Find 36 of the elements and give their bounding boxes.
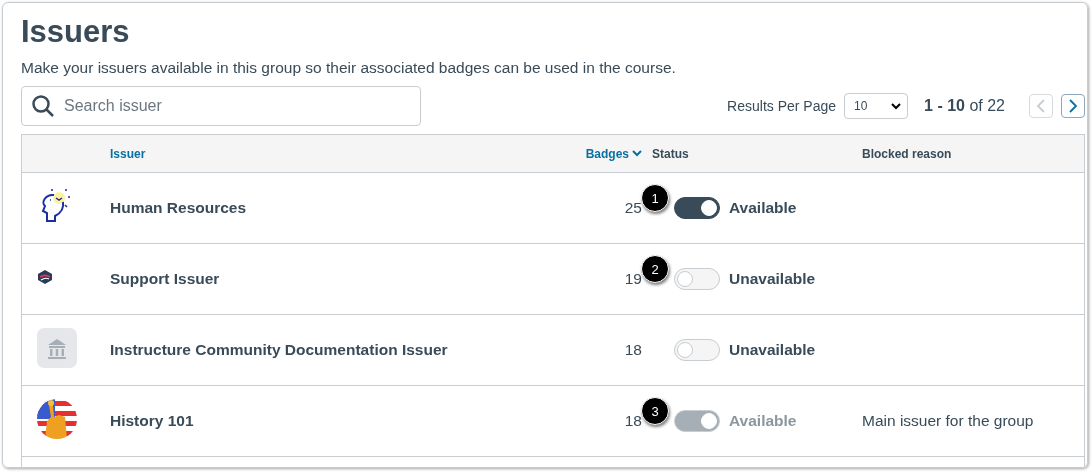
shield-logo-icon bbox=[37, 269, 53, 285]
column-header[interactable]: Issuer bbox=[110, 146, 146, 161]
badge-count: 18 bbox=[624, 341, 643, 359]
blocked-reason: Main issuer for the group bbox=[862, 412, 1034, 429]
page-range: 1 - 10 of 22 bbox=[924, 97, 1005, 115]
issuer-name: Support Issuer bbox=[110, 270, 220, 287]
chevron-left-icon bbox=[1036, 99, 1046, 113]
column-header[interactable]: Badges bbox=[585, 146, 642, 161]
issuer-name: History 101 bbox=[110, 412, 194, 429]
flag-statue-icon bbox=[37, 399, 77, 439]
status-label: Unavailable bbox=[729, 270, 816, 288]
badge-count: 19 bbox=[624, 270, 643, 288]
per-page-select[interactable]: 10 bbox=[844, 93, 909, 119]
sort-chevron-icon bbox=[632, 150, 642, 157]
badge-count: 25 bbox=[624, 199, 643, 217]
callout-number: 2 bbox=[641, 255, 669, 283]
callout-number: 3 bbox=[641, 397, 669, 425]
chevron-right-icon bbox=[1068, 99, 1078, 113]
column-header: Blocked reason bbox=[862, 146, 952, 161]
status-toggle[interactable] bbox=[674, 197, 720, 219]
status-label: Unavailable bbox=[729, 341, 816, 359]
description: Make your issuers available in this group so their associated badges can be used in the course. bbox=[21, 59, 676, 77]
callout-number: 1 bbox=[641, 184, 669, 212]
status-label: Available bbox=[729, 412, 797, 430]
page-title: Issuers bbox=[21, 13, 130, 51]
status-label: Available bbox=[729, 199, 797, 217]
next-page-button[interactable] bbox=[1061, 94, 1085, 118]
institution-icon bbox=[37, 328, 77, 368]
column-header: Status bbox=[652, 146, 689, 161]
search-field[interactable]: Search issuer bbox=[21, 86, 421, 126]
issuer-name: Human Resources bbox=[110, 199, 247, 216]
badge-count: 18 bbox=[624, 412, 643, 430]
search-icon bbox=[31, 94, 55, 118]
results-per-page-label: Results Per Page bbox=[727, 98, 837, 114]
chevron-down-icon bbox=[891, 102, 902, 110]
issuer-name: Instructure Community Documentation Issuer bbox=[110, 341, 448, 358]
